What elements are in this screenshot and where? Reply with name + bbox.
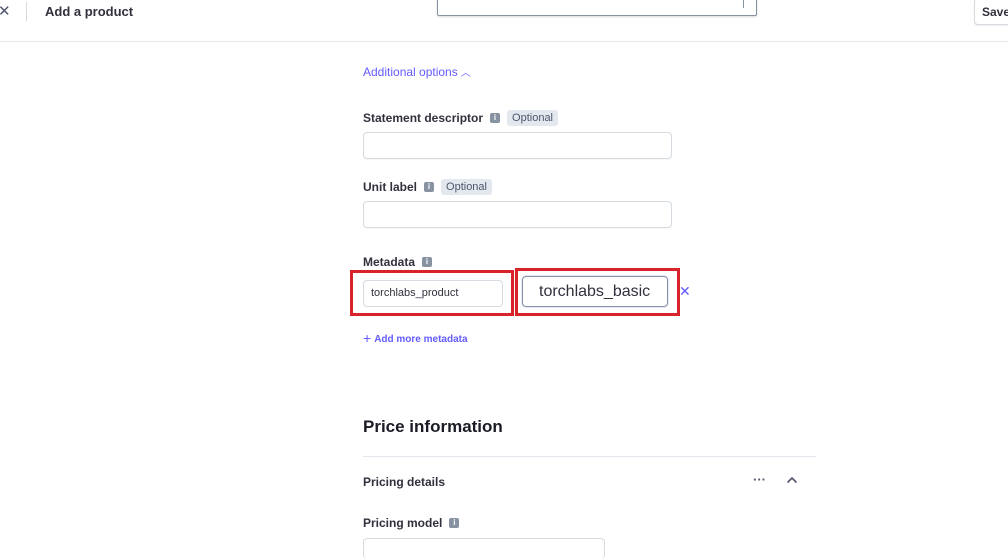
info-icon[interactable]: i: [422, 257, 433, 267]
close-icon[interactable]: ✕: [0, 3, 11, 21]
chevron-up-icon[interactable]: [785, 473, 799, 487]
metadata-value-input[interactable]: torchlabs_basic: [522, 276, 668, 307]
add-more-metadata-label: Add more metadata: [374, 334, 468, 345]
additional-options-label: Additional options: [363, 65, 458, 79]
pricing-model-label: Pricing model: [363, 516, 443, 530]
plus-icon: +: [363, 330, 372, 346]
info-icon[interactable]: i: [490, 113, 501, 123]
input-caret: [743, 0, 744, 8]
statement-descriptor-label-row: Statement descriptor i Optional: [363, 110, 559, 126]
chevron-up-icon: ︿: [460, 68, 471, 79]
save-button[interactable]: Save: [974, 0, 1008, 25]
header-divider: [26, 2, 27, 21]
info-icon[interactable]: i: [449, 518, 460, 528]
statement-descriptor-input[interactable]: [363, 132, 672, 159]
top-input-field[interactable]: [437, 0, 757, 16]
unit-label-input[interactable]: [363, 201, 672, 228]
metadata-value-highlight: torchlabs_basic: [515, 268, 680, 316]
pricing-details-heading: Pricing details: [363, 475, 446, 489]
metadata-key-input[interactable]: torchlabs_product: [363, 280, 503, 307]
statement-descriptor-label: Statement descriptor: [363, 111, 484, 125]
additional-options-toggle[interactable]: Additional options ︿: [363, 64, 471, 79]
metadata-key-highlight: torchlabs_product: [350, 270, 514, 316]
unit-label-label-row: Unit label i Optional: [363, 179, 492, 195]
info-icon[interactable]: i: [424, 182, 435, 192]
page-title: Add a product: [45, 4, 134, 19]
metadata-label-row: Metadata i: [363, 255, 433, 269]
more-options-icon[interactable]: ···: [753, 472, 766, 487]
section-divider: [363, 456, 816, 457]
remove-metadata-icon[interactable]: ✕: [679, 283, 691, 299]
price-information-heading: Price information: [363, 417, 503, 436]
pricing-model-select[interactable]: [363, 538, 605, 559]
top-bar: ✕ Add a product Save: [0, 0, 1008, 42]
optional-badge: Optional: [441, 179, 492, 195]
unit-label-label: Unit label: [363, 180, 418, 194]
pricing-model-label-row: Pricing model i: [363, 516, 460, 530]
add-more-metadata-link[interactable]: + Add more metadata: [363, 330, 468, 346]
metadata-label: Metadata: [363, 255, 416, 269]
optional-badge: Optional: [507, 110, 559, 126]
